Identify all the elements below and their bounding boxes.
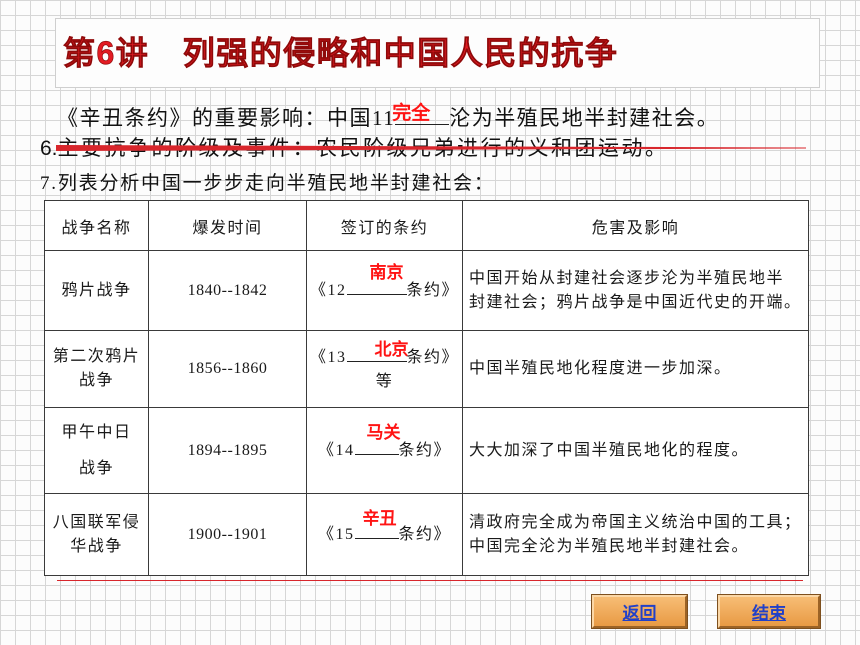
fill-blank: 南京 [346,264,407,295]
impact-text: 大大加深了中国半殖民地化的程度。 [469,441,750,459]
treaty-suffix: 条约》 [406,348,460,366]
war-name-cell: 甲午中日 战争 [44,407,149,494]
period-cell: 1856--1860 [148,330,307,408]
war-table-wrapper: 战争名称 爆发时间 签订的条约 危害及影响 鸦片战争 1840--1842 《1… [44,200,809,576]
title-box: 第6讲 列强的侵略和中国人民的抗争 [55,18,820,88]
war-name: 第二次鸦片 [52,348,141,365]
war-period: 1856--1860 [187,360,268,377]
fill-blank: 马关 [354,424,401,455]
war-name: 战争 [78,459,114,477]
table-header-cell: 战争名称 [44,200,149,251]
treaty-suffix: 条约》 [406,282,460,299]
treaty-extra: 等 [375,372,394,390]
fill-blank: 北京 [346,341,409,362]
impact-cell: 大大加深了中国半殖民地化的程度。 [462,407,809,494]
period-cell: 1894--1895 [148,407,307,494]
treaty-prefix: 《15 [317,526,355,543]
treaty-prefix: 《13 [309,348,347,366]
answer-text: 完全 [392,103,431,124]
war-name: 战争 [78,372,114,389]
war-name-cell: 第二次鸦片 战争 [44,330,149,408]
table-header-cell: 爆发时间 [148,200,307,251]
period-cell: 1840--1842 [148,250,307,331]
table-row: 第二次鸦片战争 1856--1860 《13 北京 条约》等 中国半殖民地化程度进一… [44,330,809,408]
back-button[interactable]: 返回 [592,595,687,628]
impact-cell: 清政府完全成为帝国主义统治中国的工具； 中国完全沦为半殖民地半封建社会。 [462,493,809,576]
war-name: 八国联军侵 [52,513,141,531]
answer-text: 北京 [374,339,409,359]
item-number: 6. [40,137,58,160]
treaty-cell: 《12 南京 条约》 [306,250,463,331]
treaty-cell: 《14 马关 条约》 [306,407,463,494]
war-name-cell: 八国联军侵 华战争 [44,493,149,576]
impact-text: 中国完全沦为半殖民地半封建社会。 [469,537,750,555]
table-header-cell: 危害及影响 [462,200,809,251]
page-title: 第6讲 列强的侵略和中国人民的抗争 [63,35,619,72]
treaty-cell: 《15 辛丑 条约》 [306,493,463,576]
war-name: 甲午中日 [61,423,132,441]
impact-text: 中国半殖民地化程度进一步加深。 [469,360,732,377]
table-header-row: 战争名称 爆发时间 签订的条约 危害及影响 [44,200,809,251]
impact-text: 封建社会；鸦片战争是中国近代史的开端。 [469,293,802,311]
table-intro-line: 7.列表分析中国一步步走向半殖民地半封建社会： [40,172,495,196]
table-row: 鸦片战争 1840--1842 《12 南京 条约》 中国开始从封建社会逐步沦为半殖… [44,250,809,331]
war-name-cell: 鸦片战争 [44,250,149,331]
table-row: 八国联军侵华战争 1900--1901 《15 辛丑 条约》 清政府完全成为帝国主义… [44,493,809,576]
treaty-suffix: 条约》 [398,442,452,459]
impact-cell: 中国开始从封建社会逐步沦为半殖民地半 封建社会；鸦片战争是中国近代史的开端。 [462,250,809,331]
end-button[interactable]: 结束 [718,595,820,628]
fill-blank: 完全 [392,103,450,125]
treaty-line: 《12 南京 条约》 [307,264,462,303]
answer-text: 马关 [366,423,401,442]
war-period: 1894--1895 [187,441,268,459]
treaty-impact-line: 《辛丑条约》的重要影响：中国11 完全 沦为半殖民地半封建社会。 [57,104,719,132]
fill-blank: 辛丑 [354,510,399,539]
table-row: 甲午中日战争 1894--1895 《14 马关 条约》 大大加深了中国半殖民地化的… [44,407,809,494]
war-period: 1900--1901 [187,525,268,543]
impact-text: 中国开始从封建社会逐步沦为半殖民地半 [469,269,785,287]
war-period: 1840--1842 [187,281,268,299]
treaty-line: 《13 北京 条约》 [307,341,462,370]
treaty-prefix: 《14 [317,442,355,459]
answer-text: 辛丑 [362,509,397,528]
red-divider-line [57,580,803,581]
treaty-prefix: 《12 [309,282,347,299]
treaty-line: 《14 马关 条约》 [307,424,462,463]
war-table: 战争名称 爆发时间 签订的条约 危害及影响 鸦片战争 1840--1842 《1… [44,200,809,576]
treaty-line: 《15 辛丑 条约》 [307,510,462,547]
impact-cell: 中国半殖民地化程度进一步加深。 [462,330,809,408]
treaty-suffix: 条约》 [398,526,452,543]
impact-text: 清政府完全成为帝国主义统治中国的工具； [469,513,802,531]
treaty-cell: 《13 北京 条约》等 [306,330,463,408]
war-name: 鸦片战争 [61,281,132,299]
line-text: 沦为半殖民地半封建社会。 [449,106,720,130]
line-text: 7.列表分析中国一步步走向半殖民地半封建社会： [40,173,495,194]
period-cell: 1900--1901 [148,493,307,576]
war-name: 华战争 [70,537,123,555]
table-header-cell: 签订的条约 [306,200,463,251]
answer-text: 南京 [369,263,404,282]
line-text: 《辛丑条约》的重要影响：中国11 [57,106,396,130]
